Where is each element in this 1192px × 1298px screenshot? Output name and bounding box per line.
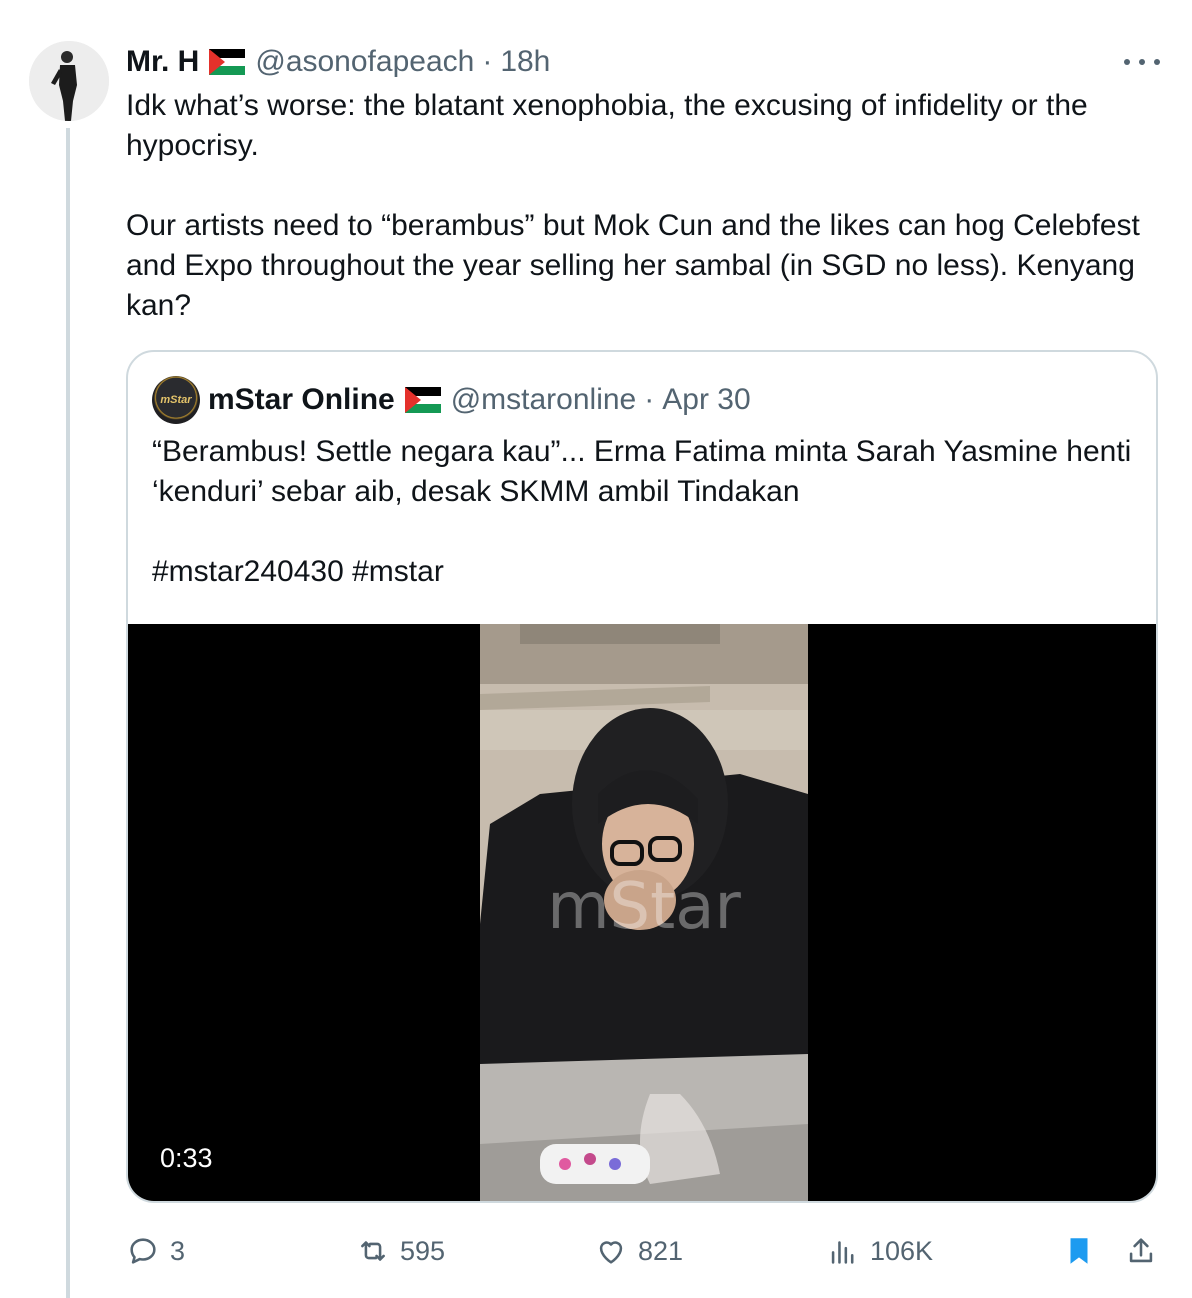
views-icon: [831, 1241, 854, 1264]
separator-dot: ·: [644, 383, 655, 416]
views-button[interactable]: 106K: [826, 1226, 933, 1276]
video-duration: 0:33: [148, 1136, 225, 1180]
palestine-flag-icon: [404, 387, 441, 413]
separator-dot: ·: [482, 45, 493, 78]
quoted-avatar-text: mStar: [160, 394, 192, 406]
quoted-time: Apr 30: [662, 383, 751, 416]
action-bar: 3 595 821 106K: [120, 1226, 1170, 1276]
quoted-header: mStar Online @mstaronline · Apr 30: [208, 382, 751, 418]
heart-icon: [599, 1241, 623, 1264]
bookmark-icon: [1070, 1238, 1088, 1264]
share-icon: [1129, 1238, 1153, 1263]
avatar-image: [29, 41, 109, 121]
share-button[interactable]: [1124, 1226, 1168, 1276]
video-player[interactable]: mStar 0:33: [128, 624, 1156, 1201]
thread-line: [66, 128, 70, 1298]
quoted-author-handle: @mstaronline: [450, 383, 637, 416]
more-icon[interactable]: [1124, 50, 1160, 74]
reply-count: 3: [170, 1235, 186, 1266]
video-watermark: mStar: [547, 870, 741, 944]
views-count: 106K: [870, 1235, 934, 1266]
quoted-author-name: mStar Online: [208, 383, 395, 416]
like-button[interactable]: 821: [594, 1226, 683, 1276]
retweet-button[interactable]: 595: [356, 1226, 445, 1276]
bookmark-button[interactable]: [1062, 1226, 1106, 1276]
retweet-count: 595: [400, 1235, 446, 1266]
video-frame: mStar: [480, 624, 808, 1201]
like-count: 821: [638, 1235, 684, 1266]
reply-button[interactable]: 3: [126, 1226, 185, 1276]
palestine-flag-icon: [209, 49, 246, 75]
tweet-text: Idk what’s worse: the blatant xenophobia…: [126, 89, 1140, 322]
retweet-icon: [361, 1241, 385, 1261]
tweet-header: Mr. H @asonofapeach · 18h: [126, 44, 550, 80]
quoted-avatar[interactable]: mStar: [152, 376, 200, 424]
reply-icon: [130, 1238, 156, 1264]
author-handle[interactable]: @asonofapeach: [255, 45, 474, 79]
author-name[interactable]: Mr. H: [126, 45, 199, 79]
quoted-text: “Berambus! Settle negara kau”... Erma Fa…: [152, 435, 1132, 588]
quoted-tweet[interactable]: mStar mStar Online @mstaronline · Apr 30…: [126, 350, 1158, 1203]
avatar[interactable]: [29, 41, 109, 121]
tweet-time[interactable]: 18h: [500, 45, 550, 79]
